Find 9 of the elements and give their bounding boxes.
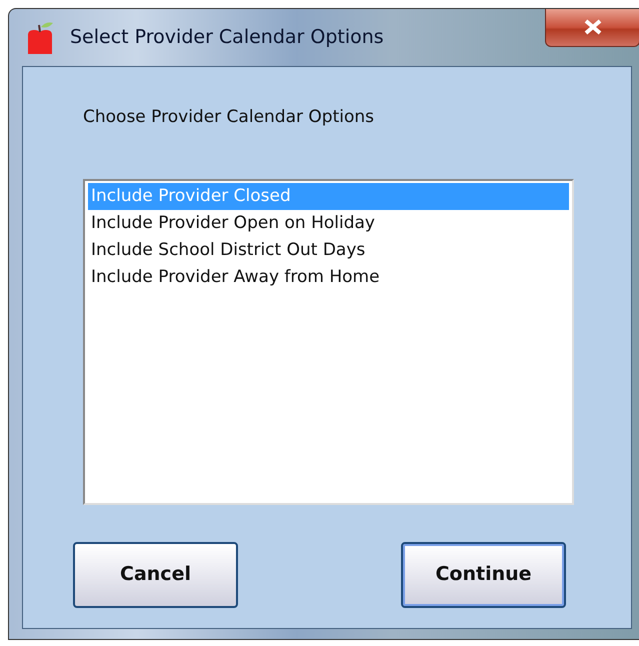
window-title: Select Provider Calendar Options — [70, 25, 384, 50]
close-icon — [584, 19, 602, 36]
list-item[interactable]: Include Provider Away from Home — [88, 264, 569, 290]
list-item[interactable]: Include School District Out Days — [88, 236, 569, 264]
list-item[interactable]: Include Provider Open on Holiday — [88, 210, 569, 236]
default-button[interactable]: Continue — [401, 542, 566, 608]
prompt-label: Choose Provider Calendar Options — [83, 106, 376, 129]
close-button[interactable] — [545, 9, 639, 47]
dialog-button[interactable]: Cancel — [73, 542, 238, 608]
